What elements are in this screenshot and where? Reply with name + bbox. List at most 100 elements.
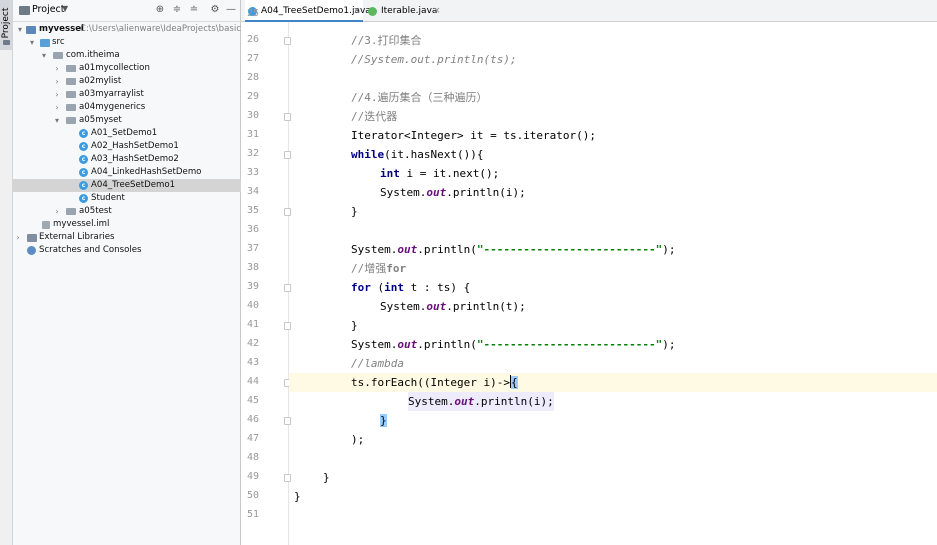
tree-node-label: com.itheima — [66, 50, 120, 60]
comment: //4.遍历集合（三种遍历） — [351, 91, 488, 104]
chevron-right-icon[interactable]: › — [14, 231, 22, 244]
keyword: while — [351, 148, 385, 161]
line-number: 29 — [246, 91, 259, 102]
tree-node-label: A04_TreeSetDemo1 — [91, 180, 176, 190]
tree-node-a04-treesetdemo1[interactable]: c A04_TreeSetDemo1 — [13, 179, 241, 192]
collapse-all-icon[interactable]: ≐ — [188, 4, 200, 16]
folder-icon — [3, 40, 10, 45]
tree-node-label: A04_LinkedHashSetDemo — [91, 167, 202, 177]
string-literal: "--------------------------" — [476, 338, 663, 351]
line-number: 43 — [246, 357, 259, 368]
tree-node-myvessel[interactable]: ▾ myvessel C:\Users\alienware\IdeaProjec… — [13, 23, 260, 36]
chevron-right-icon[interactable]: › — [53, 62, 61, 75]
tree-node-label: A01_SetDemo1 — [91, 128, 158, 138]
project-folder-icon — [19, 6, 30, 15]
source-folder-icon — [40, 39, 50, 47]
gear-icon[interactable]: ⚙ — [209, 4, 221, 16]
module-folder-icon — [26, 26, 36, 34]
code-line-39: for (int t : ts) { — [289, 278, 937, 297]
chevron-right-icon[interactable]: › — [53, 75, 61, 88]
code-line-30: //迭代器 — [289, 107, 937, 126]
code-text: i = it.next(); — [399, 167, 500, 180]
tree-node-label: a04mygenerics — [79, 102, 146, 112]
code-text: > — [503, 376, 510, 389]
chevron-down-icon[interactable]: ▾ — [53, 114, 61, 127]
minimize-icon[interactable]: — — [225, 4, 237, 16]
class-icon: c — [79, 155, 88, 164]
code-text: System. — [351, 338, 398, 351]
code-line-50: } — [289, 487, 937, 506]
chevron-right-icon[interactable]: › — [53, 88, 61, 101]
tree-node-com-itheima[interactable]: ▾ com.itheima — [13, 49, 241, 62]
package-icon — [66, 78, 76, 85]
code-line-46: } — [289, 411, 937, 430]
comment: //迭代器 — [351, 110, 398, 123]
editor-gutter: 25 26 27 28 29 30 31 32 33 34 35 36 37 3… — [241, 8, 304, 545]
tree-node-a04-linkedhashsetdemo[interactable]: c A04_LinkedHashSetDemo — [13, 166, 241, 179]
tree-node-student[interactable]: c Student — [13, 192, 241, 205]
code-text: (it.hasNext()){ — [384, 148, 484, 161]
tree-node-a02-hashsetdemo1[interactable]: c A02_HashSetDemo1 — [13, 140, 241, 153]
line-number: 47 — [246, 433, 259, 444]
close-icon[interactable]: × — [353, 0, 361, 23]
chevron-down-icon[interactable]: ▾ — [28, 36, 36, 49]
line-number: 38 — [246, 262, 259, 273]
tab-iterable[interactable]: Iterable.java × — [365, 0, 443, 22]
tree-node-a03-hashsetdemo2[interactable]: c A03_HashSetDemo2 — [13, 153, 241, 166]
static-field: out — [426, 186, 447, 199]
line-number: 28 — [246, 72, 259, 83]
tree-node-label: A02_HashSetDemo1 — [91, 141, 179, 151]
comment: //3.打印集合 — [351, 34, 422, 47]
line-number: 48 — [246, 452, 259, 463]
tree-node-myvessel-iml[interactable]: myvessel.iml — [13, 218, 241, 231]
editor-tab-bar: A04_TreeSetDemo1.java × Iterable.java × — [241, 0, 937, 22]
line-number: 25 — [246, 8, 259, 19]
chevron-down-icon[interactable]: ▼ — [62, 4, 68, 13]
package-icon — [66, 104, 76, 111]
code-line-29: //4.遍历集合（三种遍历） — [289, 88, 937, 107]
line-number: 27 — [246, 53, 259, 64]
class-icon: c — [79, 194, 88, 203]
tree-node-src[interactable]: ▾ src — [13, 36, 241, 49]
keyword: int — [384, 281, 404, 294]
code-line-35: } — [289, 202, 937, 221]
code-line-33: int i = it.next(); — [289, 164, 937, 183]
tree-node-label: a03myarraylist — [79, 89, 144, 99]
project-panel: Project ▼ ⊕ ≑ ≐ ⚙ — ▾ myvessel C:\Users\… — [13, 0, 260, 545]
tree-node-external-libraries[interactable]: › External Libraries — [13, 231, 241, 244]
package-icon — [66, 117, 76, 124]
code-line-44: ts.forEach((Integer i)->{ — [289, 373, 937, 392]
tree-node-a01mycollection[interactable]: › a01mycollection — [13, 62, 241, 75]
tree-node-a04mygenerics[interactable]: › a04mygenerics — [13, 101, 241, 114]
tree-node-a05myset[interactable]: ▾ a05myset — [13, 114, 241, 127]
tree-node-a03myarraylist[interactable]: › a03myarraylist — [13, 88, 241, 101]
code-line-49: } — [289, 468, 937, 487]
close-icon[interactable]: × — [433, 0, 441, 23]
project-view-selector[interactable]: Project — [32, 4, 65, 15]
tree-node-label: a02mylist — [79, 76, 122, 86]
chevron-right-icon[interactable]: › — [53, 205, 61, 218]
chevron-down-icon[interactable]: ▾ — [16, 23, 24, 36]
left-tool-strip: Project — [0, 0, 13, 545]
code-text: System. — [408, 395, 455, 408]
code-line-40: System.out.println(t); — [289, 297, 937, 316]
project-tool-window-tab[interactable]: Project — [0, 0, 12, 50]
tree-node-scratches[interactable]: Scratches and Consoles — [13, 244, 241, 257]
code-text: ( — [370, 281, 385, 294]
tab-a04-treesetdemo1[interactable]: A04_TreeSetDemo1.java × — [245, 0, 371, 23]
code-area[interactable]: //3.打印集合 //System.out.println(ts); //4.遍… — [289, 22, 937, 545]
code-text: .println(i); — [474, 395, 554, 408]
code-editor: A04_TreeSetDemo1.java × Iterable.java × … — [241, 0, 937, 545]
code-line-47: ); — [289, 430, 937, 449]
project-panel-header: Project ▼ ⊕ ≑ ≐ ⚙ — — [13, 0, 241, 22]
chevron-right-icon[interactable]: › — [53, 101, 61, 114]
tree-node-a05test[interactable]: › a05test — [13, 205, 241, 218]
line-number: 36 — [246, 224, 259, 235]
expand-all-icon[interactable]: ≑ — [171, 4, 183, 16]
tree-node-a02mylist[interactable]: › a02mylist — [13, 75, 241, 88]
chevron-down-icon[interactable]: ▾ — [40, 49, 48, 62]
locate-icon[interactable]: ⊕ — [154, 4, 166, 16]
tree-node-a01-setdemo1[interactable]: c A01_SetDemo1 — [13, 127, 241, 140]
static-field: out — [397, 243, 418, 256]
package-icon — [66, 208, 76, 215]
